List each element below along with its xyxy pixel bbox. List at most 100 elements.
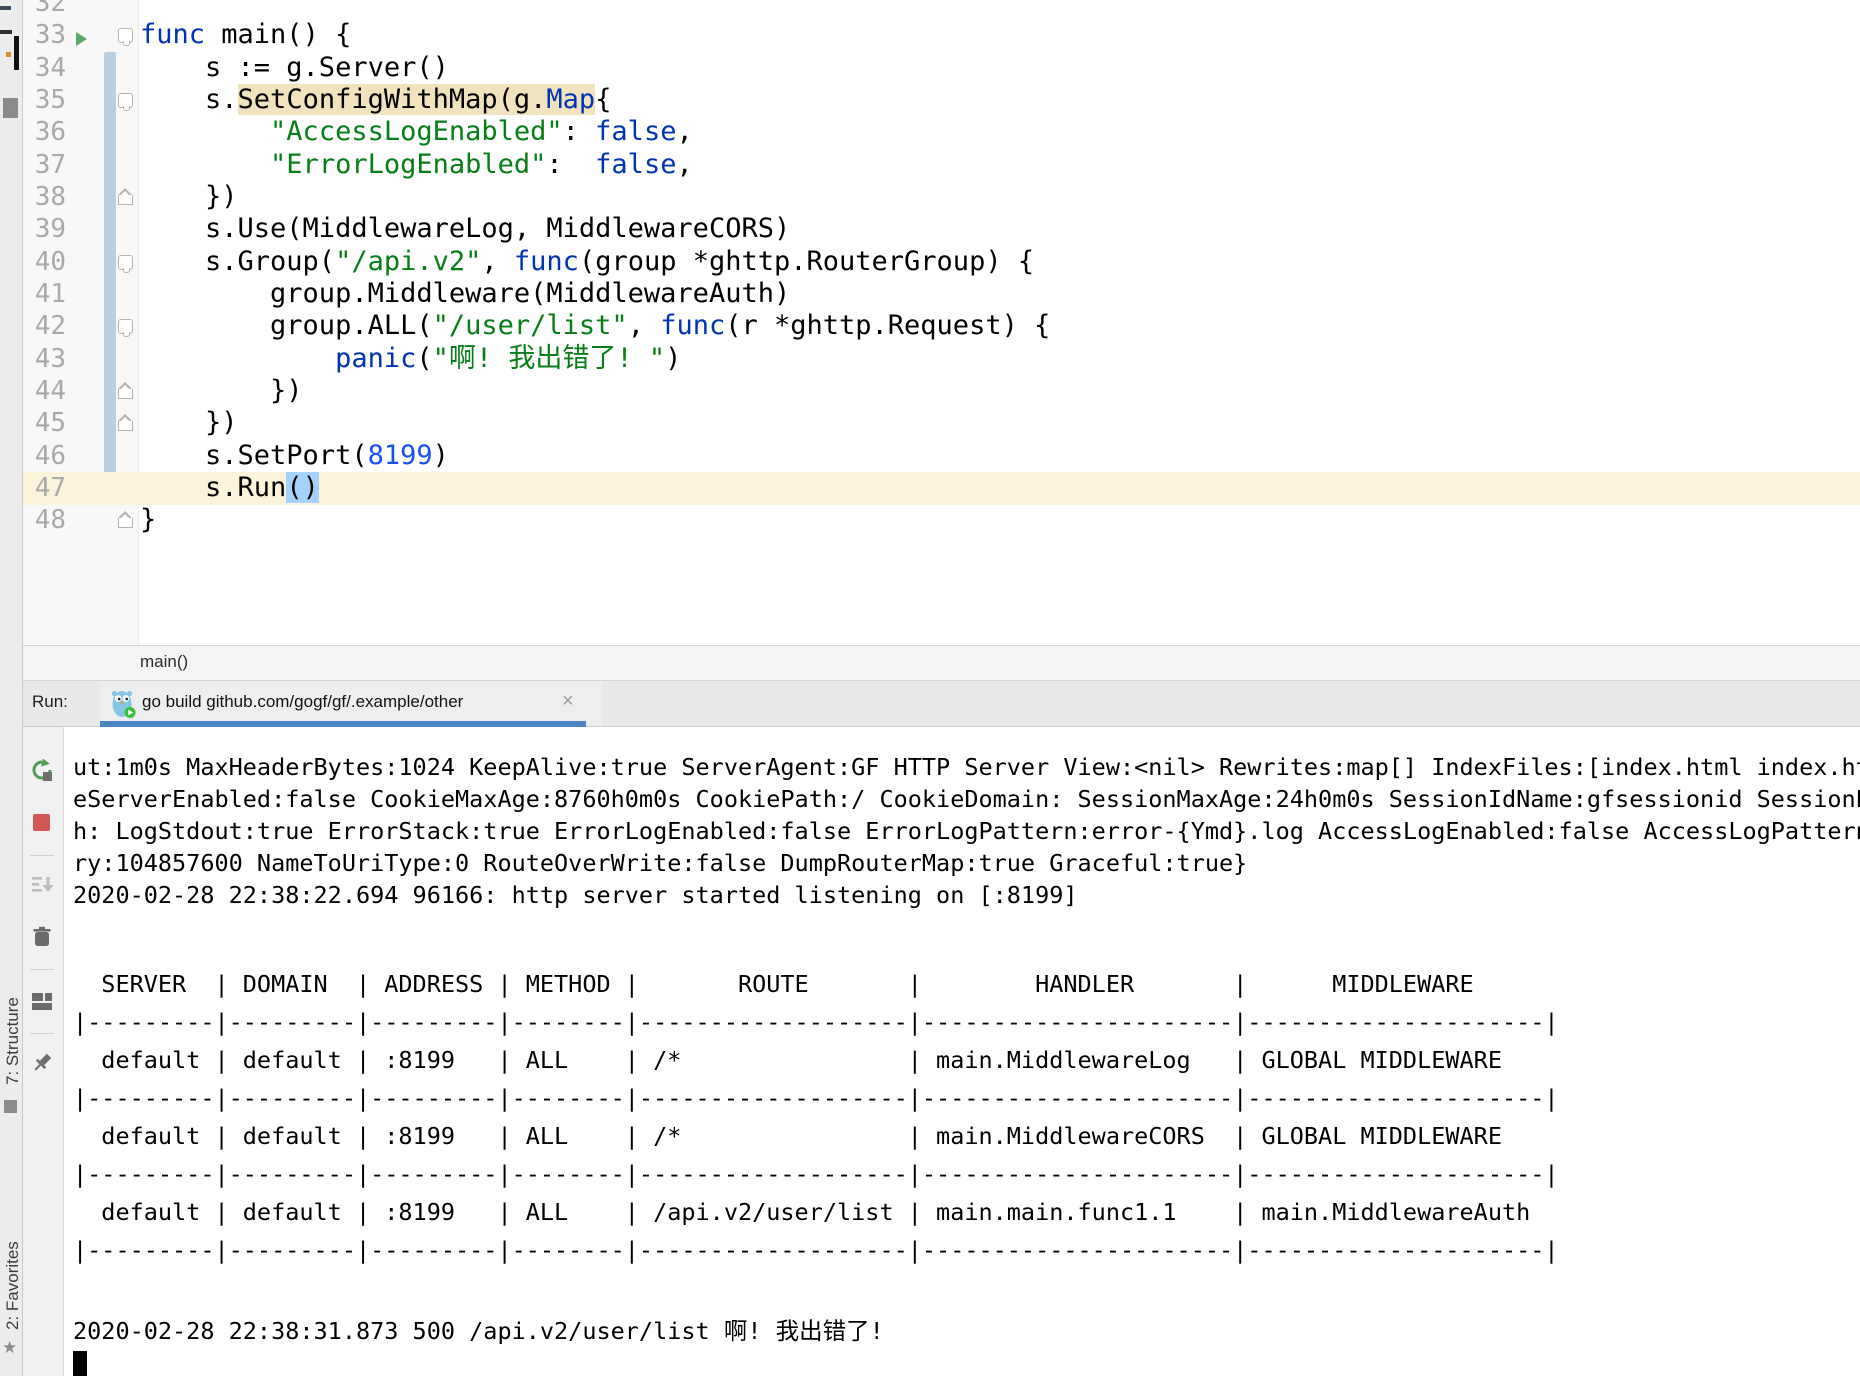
code-text: s.SetConfigWithMap(g.Map{ — [140, 84, 611, 116]
code-text: s.Run() — [140, 472, 319, 504]
line-number: 41 — [22, 278, 66, 310]
line-number: 47 — [22, 472, 66, 504]
line-number: 48 — [22, 504, 66, 536]
line-number: 45 — [22, 407, 66, 439]
line-number: 32 — [22, 0, 66, 19]
code-line-43: 43 panic("啊! 我出错了! ") — [22, 343, 1860, 376]
line-number: 40 — [22, 246, 66, 278]
code-line-45: 45 }) — [22, 407, 1860, 440]
router-table-line-1: SERVER | DOMAIN | ADDRESS | METHOD | ROU… — [73, 965, 1860, 1003]
console-log-line-4: ry:104857600 NameToUriType:0 RouteOverWr… — [73, 847, 1860, 879]
fold-end-icon[interactable] — [118, 518, 133, 528]
panic-error-log-line: 2020-02-28 22:38:31.873 500 /api.v2/user… — [73, 1315, 1860, 1347]
code-text: s.Group("/api.v2", func(group *ghttp.Rou… — [140, 246, 1034, 278]
console-log-line-2: eServerEnabled:false CookieMaxAge:8760h0… — [73, 783, 1860, 815]
router-table-line-5: default | default | :8199 | ALL | /* | m… — [73, 1117, 1860, 1155]
run-tab-label: go build github.com/gogf/gf/.example/oth… — [142, 692, 463, 712]
code-line-42: 42 group.ALL("/user/list", func(r *ghttp… — [22, 310, 1860, 343]
code-text: "ErrorLogEnabled": false, — [140, 149, 693, 181]
restore-layout-button[interactable] — [30, 989, 54, 1013]
code-line-32: 32 — [22, 0, 1860, 20]
code-line-35: 35 s.SetConfigWithMap(g.Map{ — [22, 84, 1860, 117]
run-console-toolbar — [22, 727, 64, 1376]
rerun-button[interactable] — [30, 759, 54, 783]
code-text: }) — [140, 181, 238, 213]
line-number: 38 — [22, 181, 66, 213]
pin-tab-icon[interactable] — [30, 1051, 54, 1075]
code-line-37: 37 "ErrorLogEnabled": false, — [22, 149, 1860, 182]
run-console-output[interactable]: ut:1m0s MaxHeaderBytes:1024 KeepAlive:tr… — [65, 727, 1860, 1376]
console-log-line-3: h: LogStdout:true ErrorStack:true ErrorL… — [73, 815, 1860, 847]
close-tab-icon[interactable]: × — [562, 690, 574, 713]
favorites-star-icon[interactable]: ★ — [2, 1338, 17, 1358]
go-gopher-run-icon — [110, 689, 138, 724]
breadcrumb: main() — [22, 645, 1860, 681]
code-text: } — [140, 504, 156, 536]
line-number: 43 — [22, 343, 66, 375]
code-line-44: 44 }) — [22, 375, 1860, 408]
run-configuration-tab[interactable]: go build github.com/gogf/gf/.example/oth… — [100, 681, 602, 726]
code-line-34: 34 s := g.Server() — [22, 52, 1860, 85]
fold-end-icon[interactable] — [118, 389, 133, 399]
toolbar-separator — [30, 1033, 54, 1034]
fold-start-icon[interactable] — [118, 93, 133, 108]
toolbar-separator — [30, 855, 54, 856]
line-number: 46 — [22, 440, 66, 472]
clear-console-trash-icon[interactable] — [30, 925, 54, 949]
stop-button[interactable] — [30, 811, 54, 835]
line-number: 39 — [22, 213, 66, 245]
clipped-stripe-icon — [0, 6, 11, 10]
fold-end-icon[interactable] — [118, 421, 133, 431]
code-text: s.SetPort(8199) — [140, 440, 449, 472]
code-line-41: 41 group.Middleware(MiddlewareAuth) — [22, 278, 1860, 311]
line-number: 34 — [22, 52, 66, 84]
code-line-47: 47 s.Run() — [22, 472, 1860, 505]
fold-start-icon[interactable] — [118, 28, 133, 43]
code-text: panic("啊! 我出错了! ") — [140, 343, 681, 375]
tool-window-icon[interactable] — [3, 98, 18, 118]
router-table-line-4: |---------|---------|---------|--------|… — [73, 1079, 1860, 1117]
code-text: group.ALL("/user/list", func(r *ghttp.Re… — [140, 310, 1050, 342]
router-table-line-6: |---------|---------|---------|--------|… — [73, 1155, 1860, 1193]
code-line-39: 39 s.Use(MiddlewareLog, MiddlewareCORS) — [22, 213, 1860, 246]
console-caret — [73, 1351, 87, 1376]
clipped-stripe-icon — [14, 36, 19, 70]
code-line-33: 33func main() { — [22, 19, 1860, 52]
run-main-gutter-icon[interactable] — [74, 27, 89, 43]
router-table-line-3: default | default | :8199 | ALL | /* | m… — [73, 1041, 1860, 1079]
code-text: func main() { — [140, 19, 351, 51]
line-number: 36 — [22, 116, 66, 148]
fold-start-icon[interactable] — [118, 255, 133, 270]
goland-ide-window: { "stripe": { "structure_label": "7: Str… — [0, 0, 1860, 1376]
run-toolwindow-header: Run: go build github.com/gogf/gf/.exampl… — [22, 681, 1860, 727]
structure-toolwindow-button[interactable]: 7: Structure — [3, 997, 23, 1085]
clipped-stripe-icon — [0, 30, 12, 34]
line-number: 42 — [22, 310, 66, 342]
router-table-line-2: |---------|---------|---------|--------|… — [73, 1003, 1860, 1041]
code-line-40: 40 s.Group("/api.v2", func(group *ghttp.… — [22, 246, 1860, 279]
toolbar-separator — [30, 969, 54, 970]
line-number: 37 — [22, 149, 66, 181]
console-log-line-5: 2020-02-28 22:38:22.694 96166: http serv… — [73, 879, 1860, 911]
fold-start-icon[interactable] — [118, 319, 133, 334]
fold-end-icon[interactable] — [118, 195, 133, 205]
line-number: 35 — [22, 84, 66, 116]
code-line-36: 36 "AccessLogEnabled": false, — [22, 116, 1860, 149]
console-log-line-1: ut:1m0s MaxHeaderBytes:1024 KeepAlive:tr… — [73, 751, 1860, 783]
code-text: s := g.Server() — [140, 52, 449, 84]
line-number: 44 — [22, 375, 66, 407]
editor-lines: 3233func main() {34 s := g.Server()35 s.… — [22, 0, 1860, 645]
tool-window-stripe: 7: Structure 2: Favorites ★ — [0, 0, 23, 1376]
code-line-46: 46 s.SetPort(8199) — [22, 440, 1860, 473]
code-text: }) — [140, 375, 303, 407]
code-editor[interactable]: 3233func main() {34 s := g.Server()35 s.… — [22, 0, 1860, 645]
clipped-stripe-icon — [6, 52, 11, 57]
code-text: s.Use(MiddlewareLog, MiddlewareCORS) — [140, 213, 790, 245]
scroll-to-end-button[interactable] — [30, 873, 54, 897]
favorites-toolwindow-button[interactable]: 2: Favorites — [3, 1241, 23, 1330]
code-text: }) — [140, 407, 238, 439]
breadcrumb-item-main[interactable]: main() — [140, 652, 188, 672]
structure-icon[interactable] — [4, 1100, 17, 1113]
code-text: "AccessLogEnabled": false, — [140, 116, 693, 148]
code-line-38: 38 }) — [22, 181, 1860, 214]
